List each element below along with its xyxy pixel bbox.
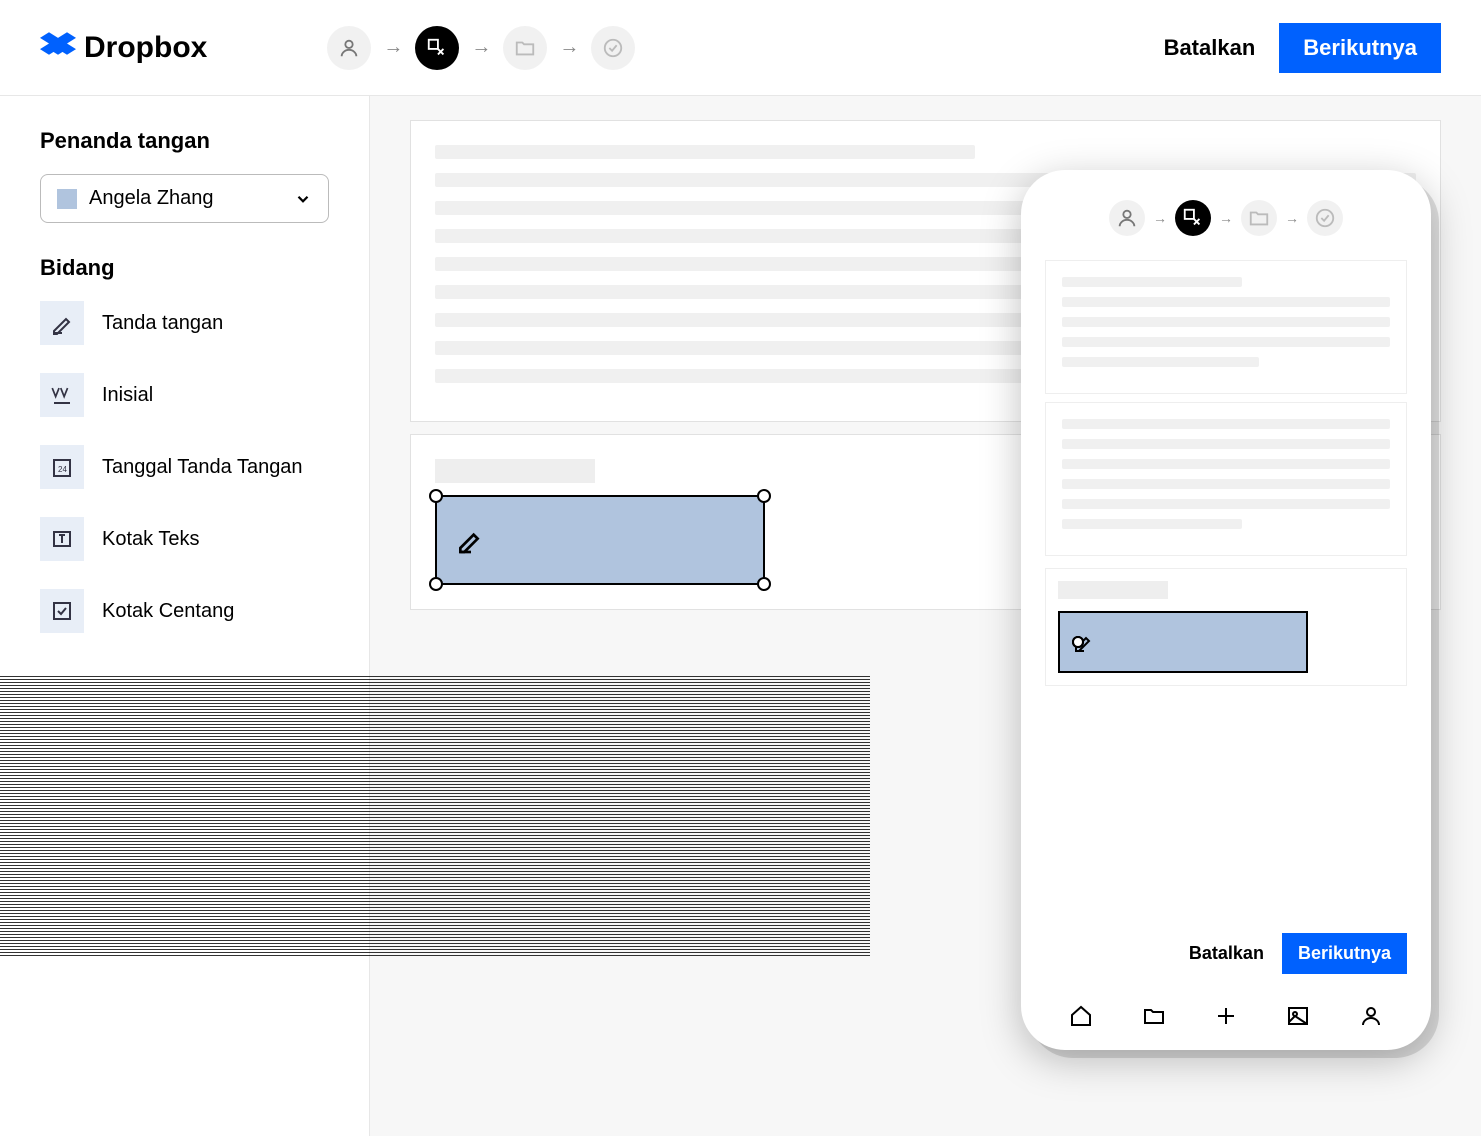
signers-heading: Penanda tangan: [40, 128, 329, 154]
next-button[interactable]: Berikutnya: [1282, 933, 1407, 974]
initials-icon: [40, 373, 84, 417]
mobile-stepper: → → →: [1045, 200, 1407, 236]
step-signer[interactable]: [327, 26, 371, 70]
nav-account[interactable]: [1357, 1002, 1385, 1030]
nav-files[interactable]: [1140, 1002, 1168, 1030]
nav-home[interactable]: [1067, 1002, 1095, 1030]
image-icon: [1286, 1004, 1310, 1028]
arrow-icon: →: [559, 36, 579, 59]
arrow-icon: →: [383, 36, 403, 59]
skeleton-line: [1062, 337, 1390, 347]
arrow-icon: →: [1285, 210, 1299, 226]
mobile-preview: → → →: [1021, 170, 1431, 1050]
resize-handle[interactable]: [429, 489, 443, 503]
mobile-actions: Batalkan Berikutnya: [1045, 917, 1407, 990]
field-signature[interactable]: Tanda tangan: [40, 301, 329, 345]
cursor-square-icon: [426, 37, 448, 59]
header-actions: Batalkan Berikutnya: [1164, 23, 1441, 73]
skeleton-line: [1062, 519, 1242, 529]
skeleton-line: [1062, 317, 1390, 327]
field-placeholder-label: [1058, 581, 1168, 599]
skeleton-line: [1062, 357, 1259, 367]
skeleton-line: [435, 369, 1024, 383]
mobile-doc-1: [1045, 260, 1407, 394]
cancel-button[interactable]: Batalkan: [1164, 35, 1256, 61]
person-icon: [1116, 207, 1138, 229]
signer-color-swatch: [57, 189, 77, 209]
skeleton-line: [1062, 297, 1390, 307]
field-label: Kotak Centang: [102, 600, 234, 623]
signature-field-placed[interactable]: [435, 495, 765, 585]
field-textbox[interactable]: Kotak Teks: [40, 517, 329, 561]
date-icon: 24: [40, 445, 84, 489]
brand-name: Dropbox: [84, 31, 207, 65]
resize-handle[interactable]: [757, 489, 771, 503]
textbox-icon: [40, 517, 84, 561]
progress-stepper: → → →: [327, 26, 635, 70]
left-sidebar: Penanda tangan Angela Zhang Bidang Tanda…: [0, 96, 370, 1136]
field-label: Kotak Teks: [102, 528, 199, 551]
arrow-icon: →: [1153, 210, 1167, 226]
step-folder[interactable]: [1241, 200, 1277, 236]
signer-dropdown[interactable]: Angela Zhang: [40, 174, 329, 223]
mobile-doc-area[interactable]: [1045, 260, 1407, 917]
resize-handle[interactable]: [1072, 636, 1084, 648]
field-label: Tanda tangan: [102, 312, 223, 335]
dropbox-icon: [40, 30, 76, 66]
cursor-square-icon: [1182, 207, 1204, 229]
mobile-doc-2: [1045, 402, 1407, 556]
app-header: Dropbox → → → Batalkan Berikutnya: [0, 0, 1481, 96]
mobile-sig-container: [1045, 568, 1407, 686]
nav-photos[interactable]: [1284, 1002, 1312, 1030]
arrow-icon: →: [471, 36, 491, 59]
step-folder[interactable]: [503, 26, 547, 70]
field-label: Tanggal Tanda Tangan: [102, 456, 303, 479]
signer-name: Angela Zhang: [89, 187, 282, 210]
skeleton-line: [1062, 439, 1390, 449]
field-label: Inisial: [102, 384, 153, 407]
checkbox-icon: [40, 589, 84, 633]
step-fields[interactable]: [1175, 200, 1211, 236]
check-circle-icon: [1314, 207, 1336, 229]
step-signer[interactable]: [1109, 200, 1145, 236]
resize-handle[interactable]: [429, 577, 443, 591]
step-confirm[interactable]: [591, 26, 635, 70]
folder-icon: [514, 37, 536, 59]
person-icon: [338, 37, 360, 59]
arrow-icon: →: [1219, 210, 1233, 226]
step-fields[interactable]: [415, 26, 459, 70]
check-circle-icon: [602, 37, 624, 59]
resize-handle[interactable]: [757, 577, 771, 591]
field-checkbox[interactable]: Kotak Centang: [40, 589, 329, 633]
mobile-bottom-nav: [1045, 990, 1407, 1030]
skeleton-line: [435, 145, 975, 159]
plus-icon: [1214, 1004, 1238, 1028]
signature-field-placed[interactable]: [1058, 611, 1308, 673]
signature-icon: [455, 524, 487, 556]
skeleton-line: [1062, 419, 1390, 429]
skeleton-line: [1062, 499, 1390, 509]
svg-text:24: 24: [58, 465, 67, 474]
skeleton-line: [1062, 277, 1242, 287]
chevron-down-icon: [294, 190, 312, 208]
person-icon: [1359, 1004, 1383, 1028]
cancel-button[interactable]: Batalkan: [1189, 943, 1264, 964]
skeleton-line: [1062, 479, 1390, 489]
home-icon: [1069, 1004, 1093, 1028]
field-placeholder-label: [435, 459, 595, 483]
next-button[interactable]: Berikutnya: [1279, 23, 1441, 73]
folder-icon: [1142, 1004, 1166, 1028]
fields-list: Tanda tangan Inisial 24 Tanggal Tanda Ta…: [40, 301, 329, 633]
nav-add[interactable]: [1212, 1002, 1240, 1030]
field-initials[interactable]: Inisial: [40, 373, 329, 417]
folder-icon: [1248, 207, 1270, 229]
fields-heading: Bidang: [40, 255, 329, 281]
skeleton-line: [1062, 459, 1390, 469]
step-confirm[interactable]: [1307, 200, 1343, 236]
dropbox-logo: Dropbox: [40, 30, 207, 66]
field-date[interactable]: 24 Tanggal Tanda Tangan: [40, 445, 329, 489]
signature-icon: [40, 301, 84, 345]
